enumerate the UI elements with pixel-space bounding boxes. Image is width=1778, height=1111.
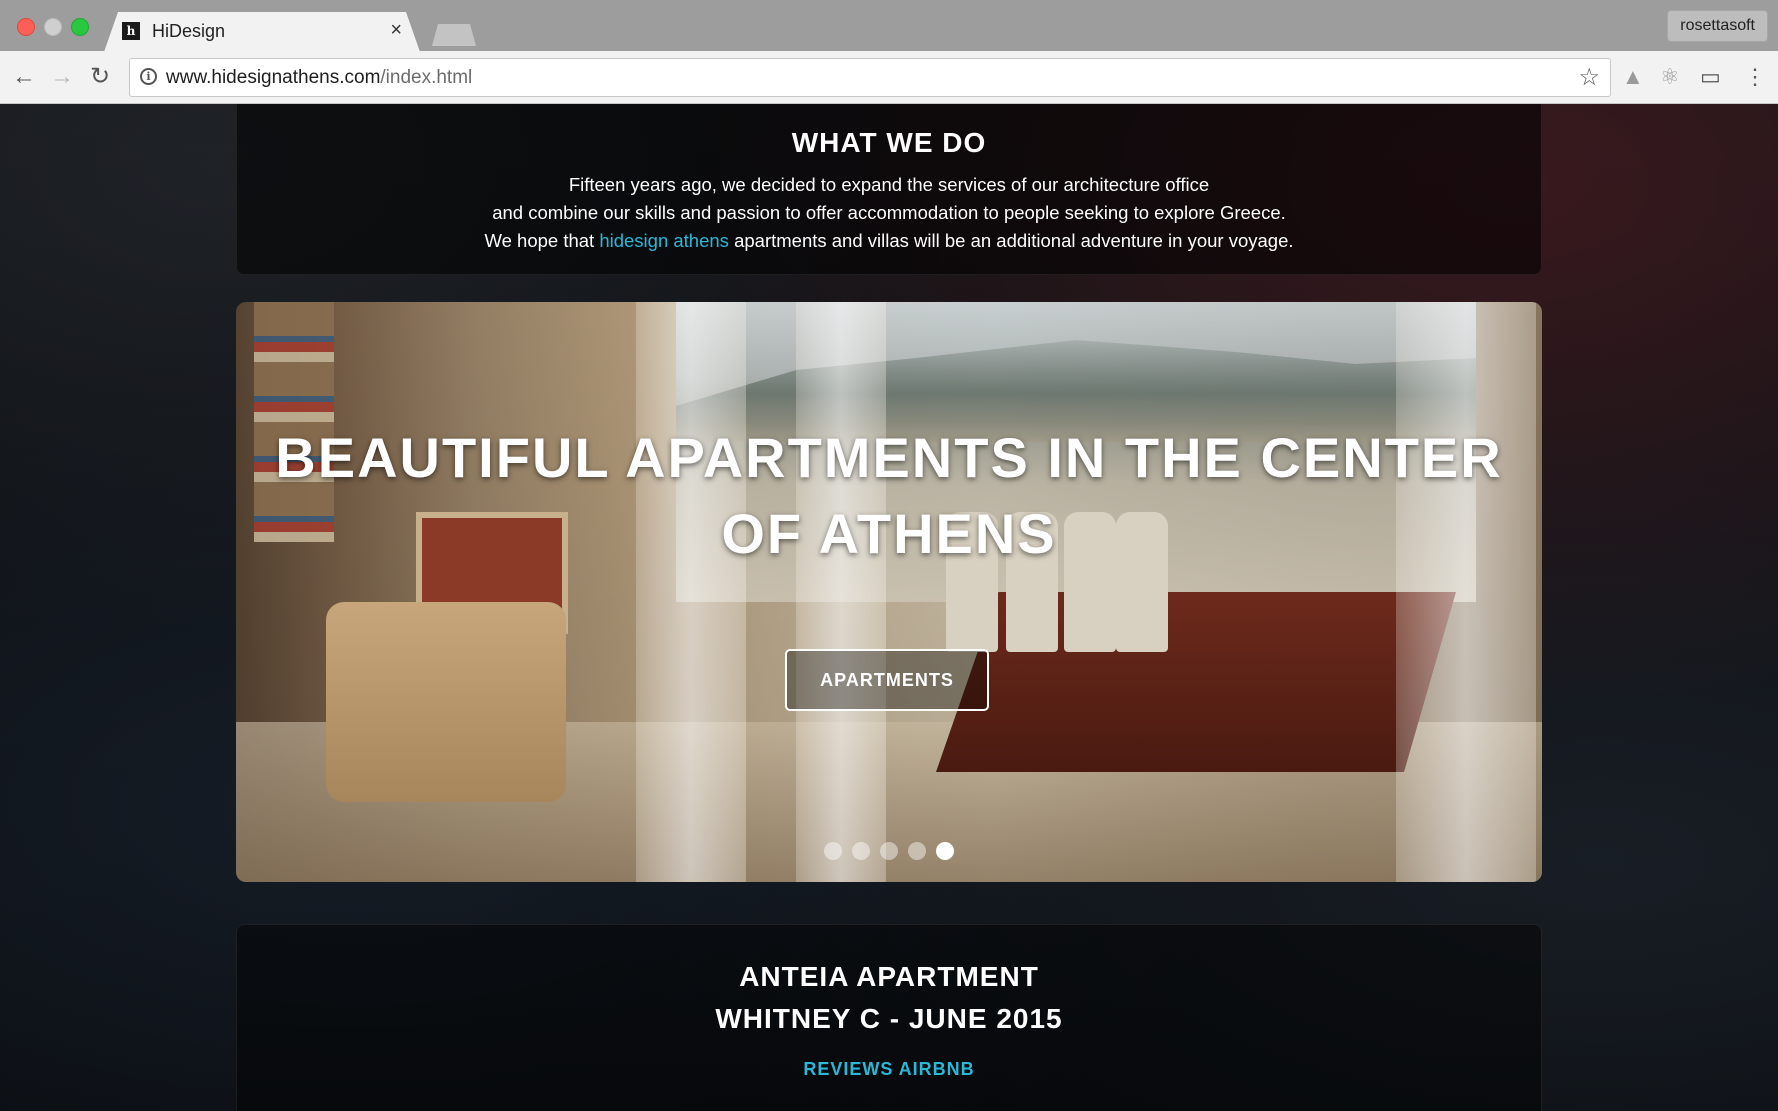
slide-sofa	[326, 602, 566, 802]
maximize-window-button[interactable]	[71, 18, 89, 36]
slide-curtain	[1396, 302, 1536, 882]
intro-line-3: We hope that hidesign athens apartments …	[237, 227, 1541, 255]
profile-button[interactable]: rosettasoft	[1667, 10, 1768, 42]
browser-toolbar: ← → ↻ i www.hidesignathens.com/index.htm…	[0, 51, 1778, 104]
slider-dots	[236, 842, 1542, 860]
url-path: /index.html	[380, 67, 473, 88]
drive-extension-icon[interactable]: ▲	[1622, 64, 1644, 90]
page-viewport: WHAT WE DO Fifteen years ago, we decided…	[0, 104, 1778, 1111]
slider-dot-2[interactable]	[852, 842, 870, 860]
address-bar[interactable]: i www.hidesignathens.com/index.html ☆	[129, 58, 1611, 97]
slider-dot-5[interactable]	[936, 842, 954, 860]
browser-tab[interactable]: h HiDesign ×	[104, 12, 420, 52]
forward-arrow-icon[interactable]: →	[50, 63, 74, 91]
slide-heading-line-1: BEAUTIFUL APARTMENTS IN THE CENTER	[275, 426, 1503, 489]
hidesign-athens-link[interactable]: hidesign athens	[599, 230, 729, 251]
tab-title: HiDesign	[152, 21, 226, 41]
url-host: www.hidesignathens.com	[166, 67, 381, 88]
apartments-button[interactable]: APARTMENTS	[785, 649, 989, 711]
slider-dot-3[interactable]	[880, 842, 898, 860]
what-we-do-section: WHAT WE DO Fifteen years ago, we decided…	[236, 104, 1542, 275]
minimize-window-button[interactable]	[44, 18, 62, 36]
react-extension-icon[interactable]: ⚛	[1660, 64, 1680, 90]
slide-heading: BEAUTIFUL APARTMENTS IN THE CENTER OF AT…	[236, 420, 1542, 572]
apartment-slider[interactable]: BEAUTIFUL APARTMENTS IN THE CENTER OF AT…	[236, 302, 1542, 882]
slider-dot-1[interactable]	[824, 842, 842, 860]
browser-menu-icon[interactable]: ⋮	[1744, 64, 1766, 90]
tab-close-icon[interactable]: ×	[390, 19, 402, 42]
reviews-airbnb-link[interactable]: REVIEWS AIRBNB	[237, 1059, 1541, 1080]
intro-line-3-start: We hope that	[484, 230, 600, 251]
review-author-date: WHITNEY C - JUNE 2015	[715, 1003, 1063, 1034]
back-arrow-icon[interactable]: ←	[12, 63, 36, 91]
slide-curtain	[636, 302, 746, 882]
slider-dot-4[interactable]	[908, 842, 926, 860]
intro-line-1: Fifteen years ago, we decided to expand …	[568, 174, 1210, 195]
close-window-button[interactable]	[17, 18, 35, 36]
url-text[interactable]: www.hidesignathens.com/index.html	[166, 67, 472, 89]
favicon-icon: h	[122, 22, 140, 40]
intro-line-3-end: apartments and villas will be an additio…	[728, 230, 1294, 251]
info-icon[interactable]: i	[140, 68, 157, 85]
reload-icon[interactable]: ↻	[90, 63, 110, 91]
cast-icon[interactable]: ▭	[1700, 64, 1721, 90]
slide-heading-line-2: OF ATHENS	[721, 502, 1057, 565]
browser-titlebar: h HiDesign × rosettasoft	[0, 0, 1778, 52]
intro-line-2: and combine our skills and passion to of…	[492, 202, 1286, 223]
review-section: ANTEIA APARTMENT WHITNEY C - JUNE 2015 R…	[236, 924, 1542, 1111]
slide-curtain	[796, 302, 886, 882]
intro-text: Fifteen years ago, we decided to expand …	[237, 171, 1541, 255]
bookmark-star-icon[interactable]: ☆	[1578, 63, 1600, 92]
what-we-do-title: WHAT WE DO	[791, 127, 987, 158]
review-apartment-name: ANTEIA APARTMENT	[739, 961, 1039, 992]
new-tab-button[interactable]	[432, 24, 476, 46]
